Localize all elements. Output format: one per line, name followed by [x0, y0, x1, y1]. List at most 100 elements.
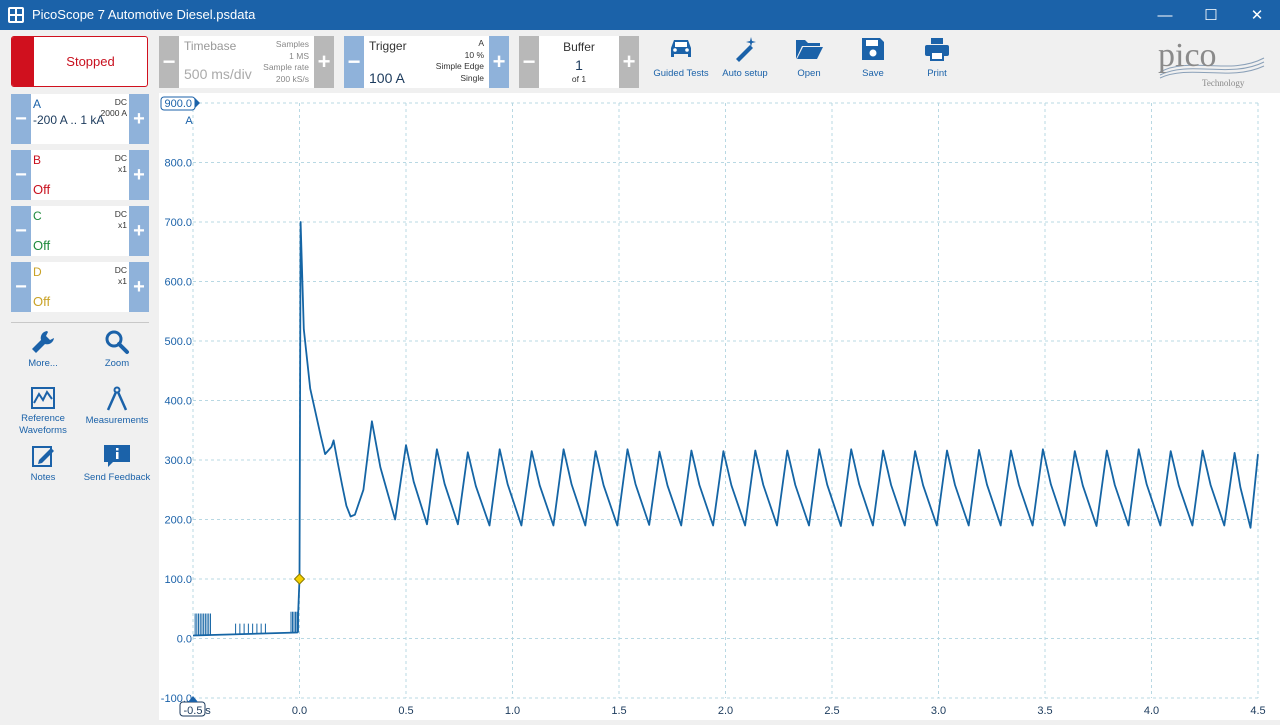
- x-axis-unit-label: s: [205, 705, 211, 717]
- zoom-button[interactable]: Zoom: [81, 329, 153, 370]
- y-axis-scroll-arrow-icon: [195, 98, 200, 108]
- timebase-decrease-button[interactable]: −: [159, 36, 179, 88]
- y-tick-label: 300.0: [164, 455, 192, 467]
- trigger-pre-trigger: 10 %: [464, 49, 484, 60]
- buffer-next-button[interactable]: +: [619, 36, 639, 88]
- printer-icon: [925, 38, 949, 61]
- channel-b-increase-button[interactable]: +: [129, 150, 149, 200]
- close-button[interactable]: ✕: [1234, 0, 1280, 30]
- channel-d-state[interactable]: Off: [33, 294, 50, 309]
- trigger-mode: Single: [460, 72, 484, 83]
- reference-waveform-icon: [31, 387, 55, 409]
- more-tools-button[interactable]: More...: [7, 329, 79, 370]
- minimize-button[interactable]: —: [1142, 0, 1188, 30]
- send-feedback-button[interactable]: Send Feedback: [81, 443, 153, 484]
- buffer-count: of 1: [571, 74, 587, 84]
- notes-icon: [32, 446, 54, 467]
- print-label: Print: [927, 68, 947, 79]
- trigger-type: Simple Edge: [435, 61, 484, 71]
- y-tick-label: 700.0: [164, 217, 192, 229]
- channel-c-probe: x1: [118, 220, 127, 230]
- y-tick-label: 600.0: [164, 277, 192, 289]
- buffer-control: − Buffer 1 of 1 +: [519, 36, 639, 88]
- buffer-value: 1: [575, 57, 583, 73]
- x-tick-label: 4.5: [1250, 705, 1265, 717]
- channel-d-name[interactable]: D: [33, 265, 42, 279]
- x-tick-label: 1.0: [505, 705, 520, 717]
- channel-b-probe: x1: [118, 164, 127, 174]
- channel-d-panel: − D DC x1 Off +: [11, 262, 149, 312]
- channel-b-name[interactable]: B: [33, 153, 41, 167]
- guided-tests-label: Guided Tests: [653, 68, 709, 79]
- x-tick-label: 4.0: [1144, 705, 1159, 717]
- channel-c-decrease-button[interactable]: −: [11, 206, 31, 256]
- save-label: Save: [862, 68, 884, 79]
- send-feedback-label: Send Feedback: [83, 472, 151, 483]
- timebase-value[interactable]: 500 ms/div: [184, 66, 252, 82]
- sample-rate-label: Sample rate: [263, 62, 309, 72]
- trigger-increase-button[interactable]: +: [489, 36, 509, 88]
- y-axis-unit-label: A: [185, 115, 193, 127]
- reference-waveforms-button[interactable]: Reference Waveforms: [7, 386, 79, 437]
- channel-a-range[interactable]: -200 A .. 1 kA: [33, 113, 105, 128]
- x-tick-label: 2.0: [718, 705, 733, 717]
- channel-b-decrease-button[interactable]: −: [11, 150, 31, 200]
- scope-view[interactable]: -100.0 0.0 100.0 200.0 300.0 400.0 500.0 600.0 7…: [159, 93, 1280, 720]
- channel-b-panel: − B DC x1 Off +: [11, 150, 149, 200]
- magnifier-icon: [105, 330, 129, 354]
- channel-d-probe: x1: [118, 276, 127, 286]
- channel-a-decrease-button[interactable]: −: [11, 94, 31, 144]
- more-tools-label: More...: [28, 358, 58, 369]
- car-icon: [671, 40, 691, 57]
- x-tick-label: 3.0: [931, 705, 946, 717]
- channel-a-increase-button[interactable]: +: [129, 94, 149, 144]
- channel-c-panel: − C DC x1 Off +: [11, 206, 149, 256]
- channel-a-coupling: DC: [114, 97, 127, 107]
- channel-b-state[interactable]: Off: [33, 182, 50, 197]
- logo-subtext: Technology: [1202, 78, 1245, 88]
- channel-a-name[interactable]: A: [33, 97, 41, 111]
- logo-text: pico: [1158, 37, 1217, 74]
- open-button[interactable]: Open: [779, 36, 839, 79]
- trigger-channel: A: [478, 38, 484, 48]
- floppy-disk-icon: [862, 38, 884, 60]
- maximize-button[interactable]: ☐: [1188, 0, 1234, 30]
- y-tick-label: 200.0: [164, 515, 192, 527]
- trigger-decrease-button[interactable]: −: [344, 36, 364, 88]
- print-button[interactable]: Print: [907, 36, 967, 79]
- buffer-previous-button[interactable]: −: [519, 36, 539, 88]
- auto-setup-button[interactable]: Auto setup: [715, 36, 775, 79]
- trigger-label: Trigger: [369, 39, 407, 53]
- sidebar-divider: [11, 322, 149, 323]
- channel-b-coupling: DC: [114, 153, 127, 163]
- save-button[interactable]: Save: [843, 36, 903, 79]
- channel-d-decrease-button[interactable]: −: [11, 262, 31, 312]
- x-tick-label: 1.5: [611, 705, 626, 717]
- x-tick-label: 2.5: [824, 705, 839, 717]
- reference-waveforms-label: Reference Waveforms: [19, 413, 67, 436]
- y-tick-label: 400.0: [164, 396, 192, 408]
- pico-logo: pico Technology: [1150, 36, 1270, 90]
- waveform-chart[interactable]: -100.00.0100.0200.0300.0400.0500.0600.07…: [159, 93, 1280, 720]
- notes-label: Notes: [30, 472, 56, 483]
- trigger-control: − Trigger 100 A A 10 % Simple Edge Singl…: [344, 36, 509, 88]
- measurements-button[interactable]: Measurements: [81, 386, 153, 427]
- guided-tests-button[interactable]: Guided Tests: [651, 36, 711, 79]
- x-tick-label: 0.5: [398, 705, 413, 717]
- samples-value: 1 MS: [289, 50, 309, 61]
- sample-rate-value: 200 kS/s: [275, 73, 309, 84]
- channel-d-increase-button[interactable]: +: [129, 262, 149, 312]
- wrench-icon: [32, 331, 54, 353]
- picoscope-app-icon: [8, 7, 24, 23]
- window-title: PicoScope 7 Automotive Diesel.psdata: [32, 7, 256, 22]
- timebase-increase-button[interactable]: +: [314, 36, 334, 88]
- run-stop-button[interactable]: Stopped: [11, 36, 148, 87]
- timebase-label: Timebase: [184, 39, 237, 53]
- magic-wand-icon: [736, 37, 756, 62]
- channel-c-increase-button[interactable]: +: [129, 206, 149, 256]
- notes-button[interactable]: Notes: [7, 443, 79, 484]
- channel-c-state[interactable]: Off: [33, 238, 50, 253]
- auto-setup-label: Auto setup: [722, 68, 768, 79]
- channel-c-name[interactable]: C: [33, 209, 42, 223]
- trigger-level-value[interactable]: 100 A: [369, 70, 405, 86]
